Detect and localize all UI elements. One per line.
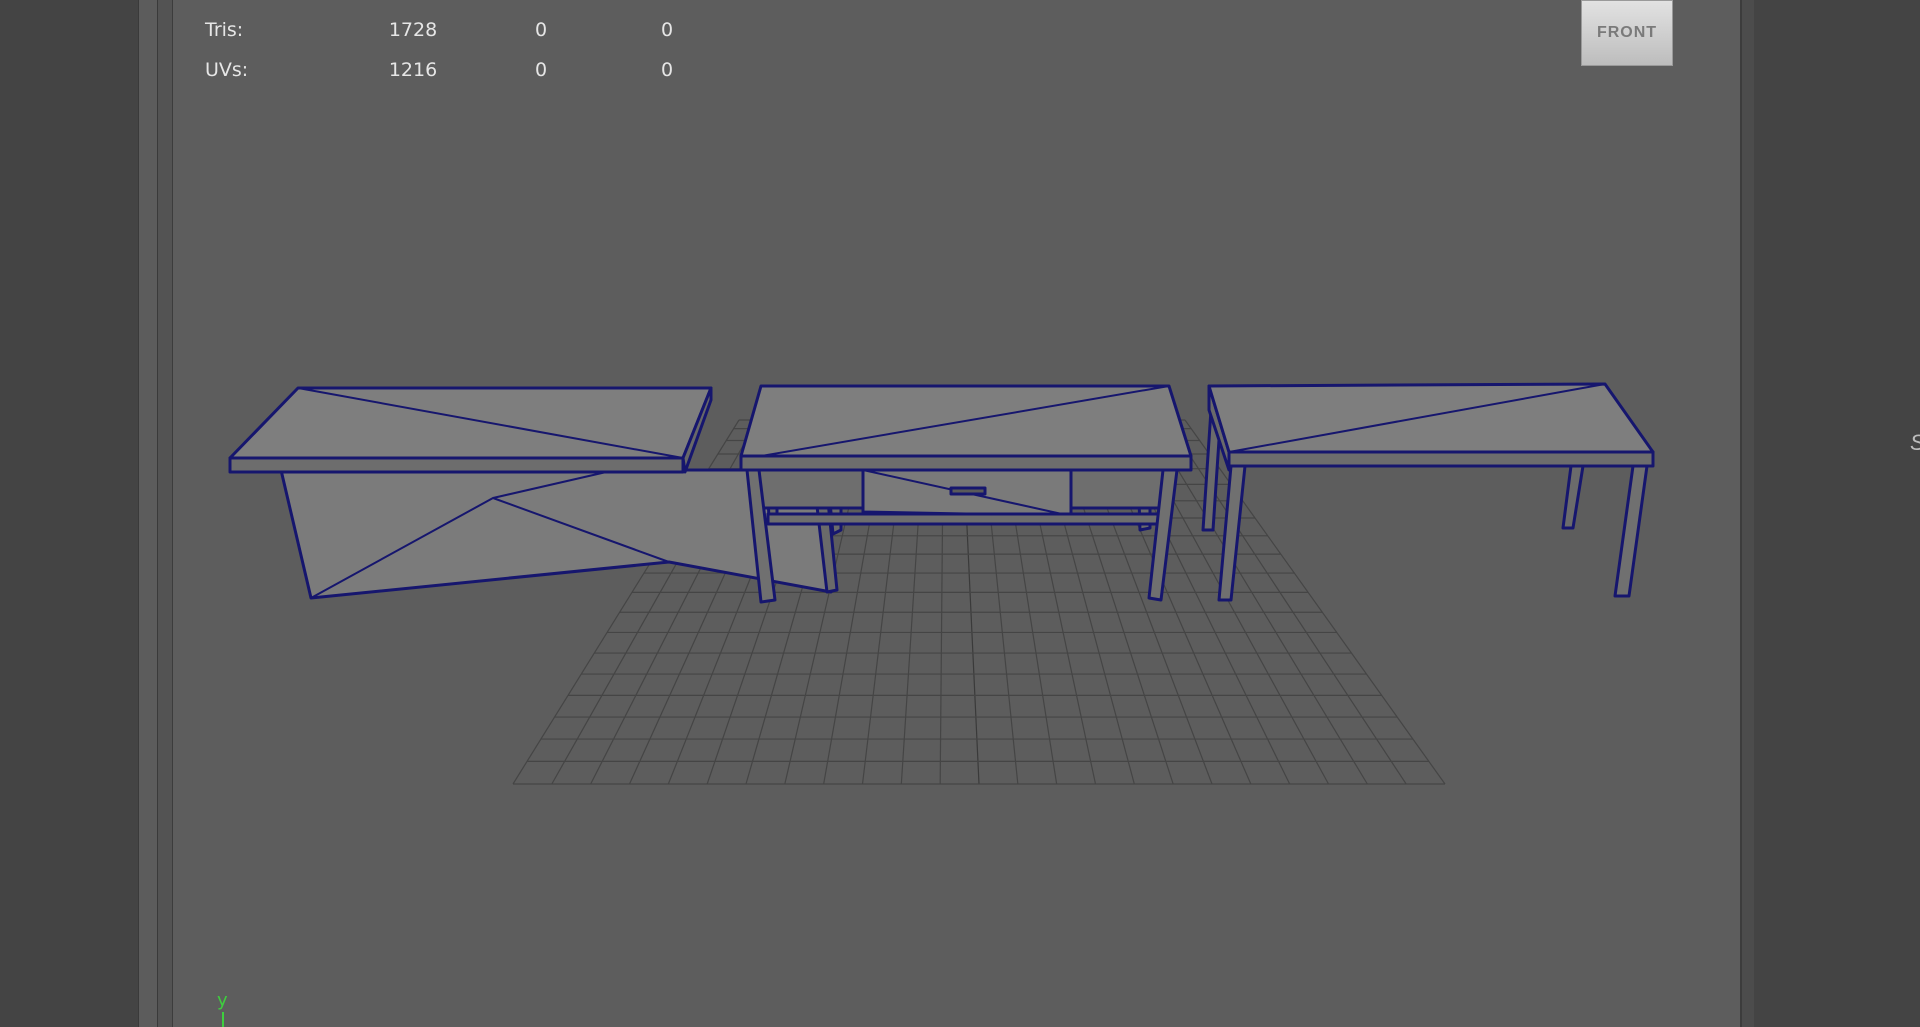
tris-value-object: 1728 bbox=[388, 19, 438, 41]
grid-line bbox=[1147, 419, 1368, 785]
uvs-value-object: 1216 bbox=[388, 59, 438, 81]
viewport-frame-right[interactable] bbox=[1742, 0, 1754, 1027]
right-panel-cutoff-text: S bbox=[1910, 430, 1920, 456]
left-toolbar-area bbox=[0, 0, 138, 1027]
right-side-panel bbox=[1754, 0, 1920, 1027]
tris-value-component: 0 bbox=[660, 19, 674, 41]
viewport-frame-left bbox=[158, 0, 172, 1027]
uvs-value-selected: 0 bbox=[534, 59, 548, 81]
hud-row-uvs: UVs: 1216 0 0 bbox=[205, 50, 727, 90]
table-right-mesh[interactable] bbox=[1201, 382, 1655, 602]
scene-canvas[interactable] bbox=[173, 0, 1742, 1027]
viewcube-front-face[interactable]: FRONT bbox=[1581, 0, 1673, 66]
grid-line bbox=[1184, 419, 1446, 785]
poly-count-hud: Tris: 1728 0 0 UVs: 1216 0 0 bbox=[205, 10, 727, 90]
hud-row-tris: Tris: 1728 0 0 bbox=[205, 10, 727, 50]
left-panel-divider[interactable] bbox=[138, 0, 158, 1027]
axis-y-icon bbox=[222, 1012, 224, 1027]
uvs-value-component: 0 bbox=[660, 59, 674, 81]
tris-value-selected: 0 bbox=[534, 19, 548, 41]
axis-y-label: y bbox=[217, 990, 228, 1011]
grid-line bbox=[1165, 419, 1407, 785]
3d-viewport[interactable]: Tris: 1728 0 0 UVs: 1216 0 0 FRONT y bbox=[172, 0, 1742, 1027]
